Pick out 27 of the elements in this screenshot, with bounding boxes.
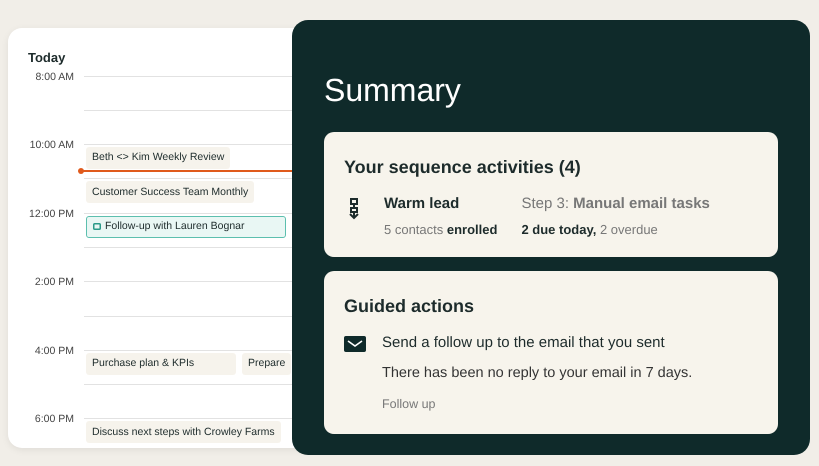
follow-up-link[interactable]: Follow up <box>382 397 436 412</box>
time-label: 10:00 AM <box>28 138 74 154</box>
calendar-title: Today <box>28 49 66 67</box>
due-count: 2 due today, 2 overdue <box>521 220 659 239</box>
step-label: Step 3: Manual email tasks <box>521 194 710 214</box>
calendar-event[interactable]: Prepare <box>242 352 292 375</box>
sequence-icon <box>348 197 360 221</box>
calendar-event[interactable]: Beth <> Kim Weekly Review <box>86 147 230 170</box>
summary-title: Summary <box>324 71 462 110</box>
time-label: 8:00 AM <box>34 70 74 84</box>
email-icon <box>344 336 366 352</box>
event-title: Follow-up with Lauren Bognar <box>105 218 244 234</box>
card-title: Your sequence activities (4) <box>344 156 582 179</box>
time-label: 12:00 PM <box>28 206 74 222</box>
time-label: 4:00 PM <box>34 344 74 359</box>
calendar-event[interactable]: Customer Success Team Monthly <box>86 181 254 204</box>
time-label: 2:00 PM <box>34 275 74 290</box>
task-icon <box>93 223 101 230</box>
card-title: Guided actions <box>344 295 476 318</box>
action-title: Send a follow up to the email that you sent <box>382 333 666 353</box>
action-description: There has been no reply to your email in 7 days. <box>382 364 692 382</box>
enrolled-count: 5 contacts enrolled <box>384 220 498 238</box>
calendar-event[interactable]: Discuss next steps with Crowley Farms <box>86 421 281 444</box>
time-label: 6:00 PM <box>34 412 74 428</box>
task-event[interactable]: Follow-up with Lauren Bognar <box>86 216 286 238</box>
sequence-name: Warm lead <box>384 194 460 214</box>
calendar-event[interactable]: Purchase plan & KPIs <box>86 352 236 375</box>
